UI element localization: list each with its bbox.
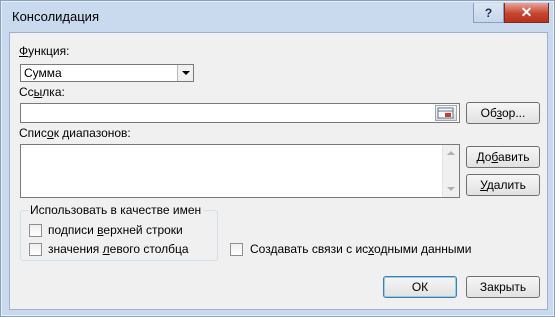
create-links-label: Создавать связи с исходными данными (250, 242, 472, 256)
range-picker-icon[interactable] (435, 105, 457, 121)
ranges-label: Список диапазонов: (19, 126, 131, 140)
ok-button[interactable]: ОК (383, 276, 457, 298)
top-row-label: подписи верхней строки (48, 223, 183, 237)
scroll-up-icon[interactable] (447, 151, 455, 155)
close-icon: ✕ (520, 4, 533, 20)
scroll-down-icon[interactable] (447, 187, 455, 191)
dialog-body: Функция: Сумма Ссылка: Обзор... Список д… (9, 32, 548, 310)
use-labels-title: Использовать в качестве имен (28, 203, 204, 217)
left-column-checkbox[interactable] (29, 243, 42, 256)
dialog-title: Консолидация (12, 9, 99, 24)
browse-button[interactable]: Обзор... (466, 102, 540, 124)
function-label: Функция: (19, 44, 70, 58)
reference-input[interactable] (20, 103, 460, 123)
close-button[interactable]: Закрыть (466, 276, 540, 298)
delete-button[interactable]: Удалить (466, 174, 540, 196)
function-value: Сумма (24, 66, 62, 80)
close-window-button[interactable]: ✕ (504, 3, 549, 23)
function-select[interactable]: Сумма (20, 64, 194, 82)
reference-label: Ссылка: (19, 85, 65, 99)
title-bar: Консолидация ? ✕ (1, 1, 554, 34)
ranges-scrollbar[interactable] (442, 145, 459, 197)
create-links-checkbox[interactable] (230, 243, 243, 256)
add-button[interactable]: Добавить (466, 146, 540, 168)
consolidate-dialog: Консолидация ? ✕ Функция: Сумма Ссылка: … (0, 0, 555, 317)
left-column-label: значения левого столбца (48, 242, 189, 256)
help-button[interactable]: ? (473, 3, 504, 23)
chevron-down-icon[interactable] (177, 65, 193, 81)
ranges-listbox[interactable] (20, 144, 460, 198)
top-row-checkbox[interactable] (29, 224, 42, 237)
